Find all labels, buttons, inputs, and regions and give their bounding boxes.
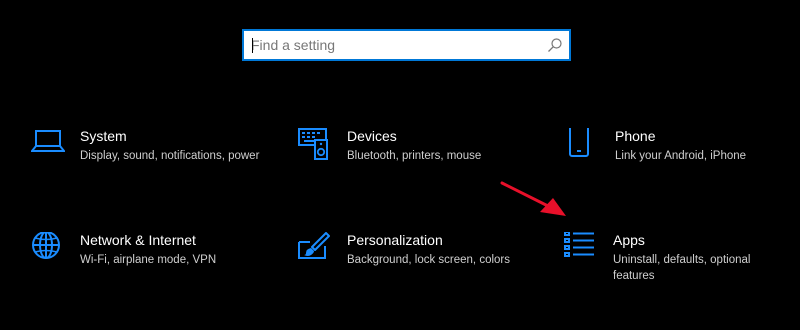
- paintbrush-icon: [298, 232, 330, 259]
- annotation-arrow: [500, 181, 566, 216]
- tile-description: Link your Android, iPhone: [615, 150, 747, 162]
- search-input[interactable]: [251, 31, 536, 59]
- search-box[interactable]: [242, 29, 571, 61]
- tile-apps[interactable]: Apps Uninstall, defaults, optional featu…: [564, 232, 794, 302]
- tile-description: Wi-Fi, airplane mode, VPN: [80, 254, 217, 266]
- tile-title: Devices: [347, 128, 397, 144]
- tile-devices[interactable]: Devices Bluetooth, printers, mouse: [298, 128, 528, 198]
- globe-icon: [32, 232, 60, 259]
- tile-description: Uninstall, defaults, optional features: [613, 254, 751, 282]
- tile-network-internet[interactable]: Network & Internet Wi-Fi, airplane mode,…: [31, 232, 261, 302]
- laptop-icon: [31, 130, 65, 152]
- tile-title: Personalization: [347, 232, 443, 248]
- tile-title: Network & Internet: [80, 232, 196, 248]
- tile-description: Background, lock screen, colors: [347, 254, 510, 266]
- search-icon[interactable]: [547, 37, 563, 53]
- tile-description: Display, sound, notifications, power: [80, 150, 260, 162]
- tile-system[interactable]: System Display, sound, notifications, po…: [31, 128, 261, 198]
- list-icon: [564, 232, 594, 257]
- text-caret: [252, 38, 253, 53]
- tile-title: System: [80, 128, 127, 144]
- tile-description: Bluetooth, printers, mouse: [347, 150, 482, 162]
- tile-title: Apps: [613, 232, 645, 248]
- phone-icon: [569, 128, 589, 157]
- tile-personalization[interactable]: Personalization Background, lock screen,…: [298, 232, 528, 302]
- tile-phone[interactable]: Phone Link your Android, iPhone: [566, 128, 796, 198]
- tile-title: Phone: [615, 128, 656, 144]
- keyboard-speaker-icon: [298, 128, 328, 160]
